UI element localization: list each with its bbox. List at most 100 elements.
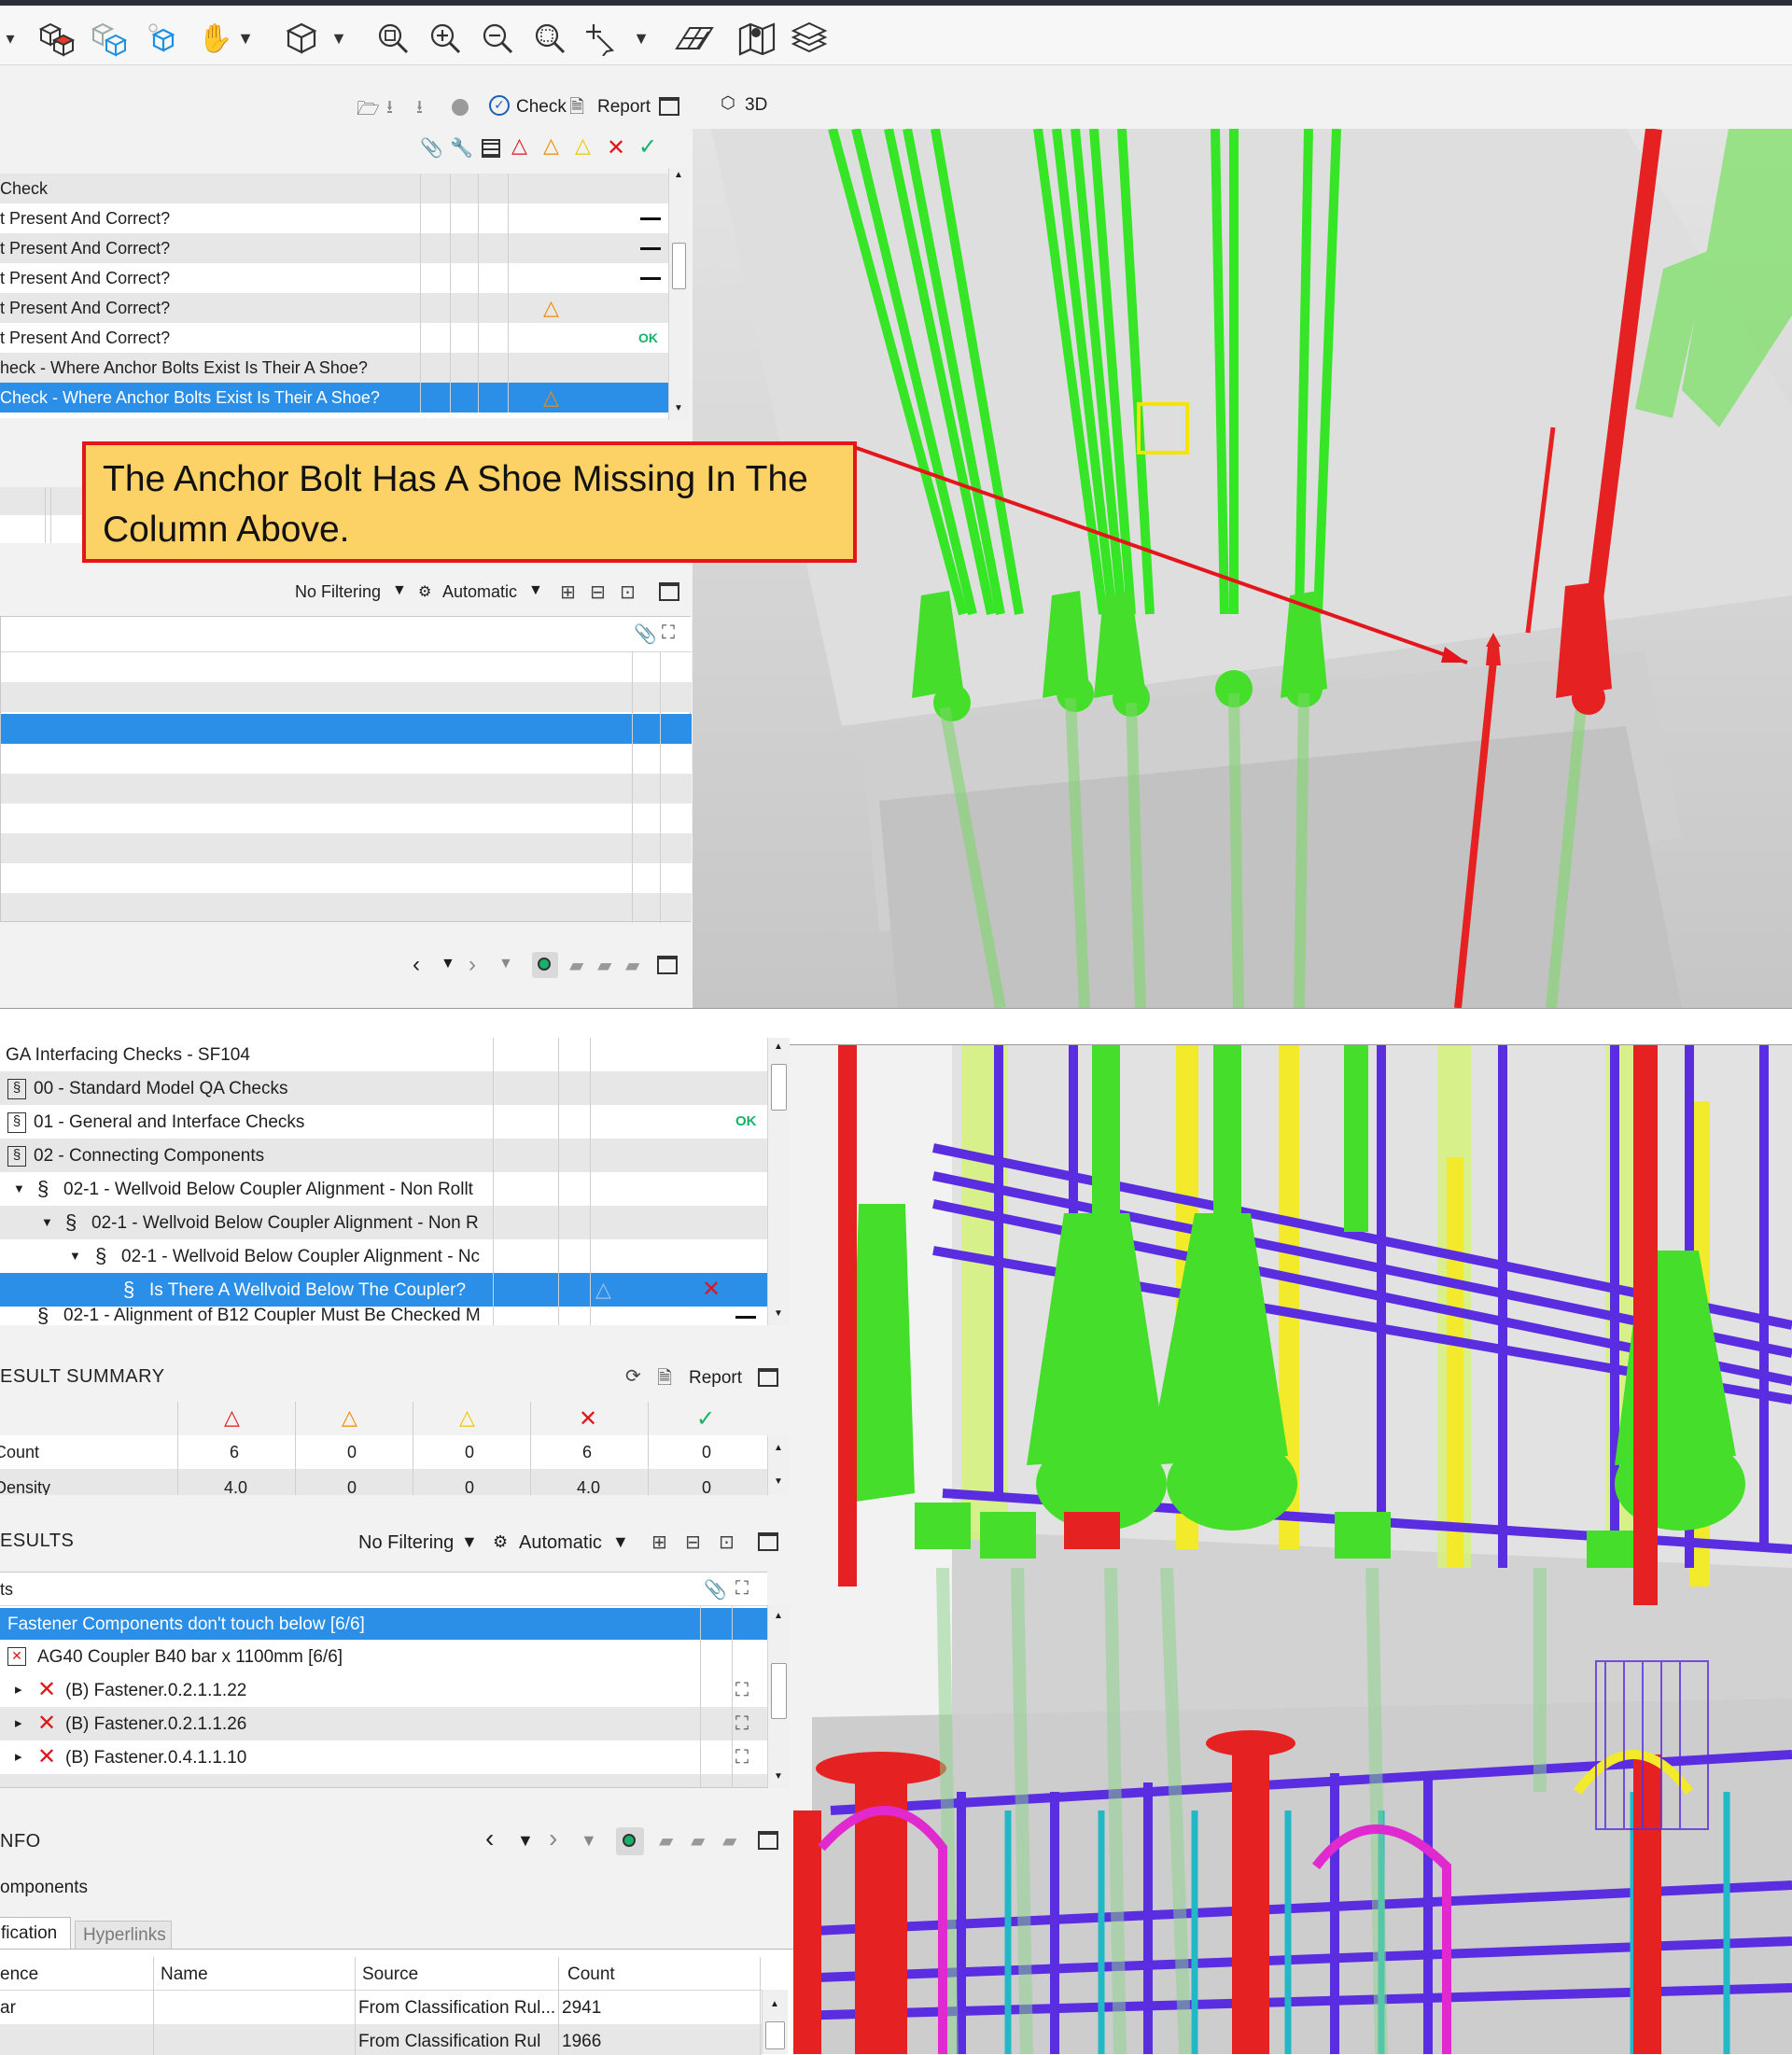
previous-icon[interactable]: ‹ (485, 1824, 494, 1853)
bag-icon[interactable]: ▰ (722, 1829, 736, 1852)
scroll-up-icon[interactable]: ▲ (674, 170, 683, 180)
zoom-fit-icon[interactable] (370, 15, 416, 62)
cube-outline-icon[interactable] (278, 15, 325, 62)
result-row[interactable]: ▸ ✕ (B) Fastener.0.2.1.1.22 ⛶ (0, 1673, 767, 1707)
boxes-icon[interactable] (34, 15, 80, 62)
maximize-icon[interactable] (758, 1831, 778, 1850)
zoom-window-icon[interactable] (526, 15, 573, 62)
view-label[interactable]: 3D (745, 95, 767, 116)
highlight-icon[interactable] (532, 952, 558, 978)
scroll-down-icon[interactable]: ▼ (774, 1771, 783, 1782)
info-tab-active[interactable]: fication (0, 1917, 71, 1949)
tree-node-selected[interactable]: § Is There A Wellvoid Below The Coupler? △… (0, 1273, 767, 1307)
tree-node[interactable]: ▼ § 02-1 - Wellvoid Below Coupler Alignmen… (0, 1239, 767, 1273)
scroll-thumb[interactable] (771, 1064, 787, 1111)
bag-icon[interactable]: ▰ (659, 1829, 673, 1852)
record-icon[interactable] (452, 99, 469, 116)
bag-icon[interactable]: ▰ (569, 954, 583, 977)
3d-viewport-bottom[interactable] (793, 1045, 1792, 2054)
refresh-check-icon[interactable]: ⟳ (625, 1364, 641, 1388)
report-icon[interactable]: 🗎 (569, 93, 584, 125)
export-icon[interactable]: ⭳ (416, 93, 423, 125)
tree-node[interactable]: GA Interfacing Checks - SF104 (0, 1038, 767, 1071)
filter-dropdown[interactable]: No Filtering (358, 1532, 454, 1554)
scroll-thumb[interactable] (765, 2021, 785, 2049)
mode-dropdown[interactable]: Automatic (519, 1532, 602, 1554)
tree-node[interactable]: § 00 - Standard Model QA Checks (0, 1071, 767, 1105)
filter-dropdown[interactable]: No Filtering (295, 582, 381, 602)
column-header[interactable]: Name (161, 1964, 208, 1985)
list-item[interactable]: t Present And Correct? (0, 263, 668, 293)
import-icon[interactable]: ⭳ (386, 93, 393, 125)
list-item[interactable]: Check (0, 174, 668, 203)
report-icon[interactable]: 🗎 (657, 1364, 672, 1396)
cube-blue-icon[interactable] (140, 15, 187, 62)
bag-icon[interactable]: ▰ (625, 954, 639, 977)
dropdown-arrow-icon[interactable]: ▼ (325, 15, 353, 62)
zoom-to-icon[interactable]: ⛶ (735, 1740, 749, 1774)
maximize-icon[interactable] (657, 956, 678, 974)
list-item[interactable]: heck - Where Anchor Bolts Exist Is Their… (0, 353, 668, 383)
scroll-up-icon[interactable]: ▲ (774, 1041, 783, 1052)
scroll-down-icon[interactable]: ▼ (774, 1476, 783, 1487)
scroll-up-icon[interactable]: ▲ (774, 1443, 783, 1453)
boxes-blue-icon[interactable] (86, 15, 133, 62)
summary-scrollbar[interactable]: ▲ ▼ (767, 1435, 790, 1495)
previous-icon[interactable]: ‹ (413, 952, 420, 978)
dropdown-arrow-icon[interactable]: ▼ (581, 1831, 597, 1851)
list-item-selected[interactable]: Check - Where Anchor Bolts Exist Is Thei… (0, 383, 668, 412)
zoom-in-icon[interactable] (422, 15, 469, 62)
expand-icon[interactable]: ▼ (69, 1239, 81, 1273)
table-row-selected[interactable] (1, 714, 692, 744)
list-item[interactable]: t Present And Correct? (0, 233, 668, 263)
tree-node[interactable]: § 02-1 - Alignment of B12 Coupler Must Be… (0, 1307, 767, 1325)
dropdown-arrow-icon[interactable]: ▾ (0, 15, 34, 62)
dropdown-arrow-icon[interactable]: ▼ (627, 15, 655, 62)
dropdown-arrow-icon[interactable]: ▼ (392, 582, 407, 599)
maximize-icon[interactable] (758, 1532, 778, 1551)
grid-plane-icon[interactable] (670, 15, 717, 62)
dropdown-arrow-icon[interactable]: ▼ (612, 1532, 629, 1552)
column-header[interactable]: Source (362, 1964, 418, 1985)
expand-icon[interactable]: ▸ (15, 1673, 22, 1707)
add-group-icon[interactable]: ⊞ (651, 1531, 667, 1554)
tree-node[interactable]: § 01 - General and Interface Checks OK (0, 1105, 767, 1139)
folder-open-icon[interactable]: 🗁 (357, 95, 380, 127)
tree-node[interactable]: ▼ § 02-1 - Wellvoid Below Coupler Alignmen… (0, 1206, 767, 1239)
group-icon[interactable]: ⊡ (620, 580, 636, 604)
report-button[interactable]: Report (689, 1368, 742, 1389)
check-button[interactable]: Check (516, 97, 567, 118)
scroll-down-icon[interactable]: ▼ (674, 403, 683, 413)
zoom-to-icon[interactable]: ⛶ (735, 1578, 749, 1600)
expand-icon[interactable]: ▼ (13, 1172, 25, 1206)
mode-dropdown[interactable]: Automatic (442, 582, 517, 602)
dropdown-arrow-icon[interactable]: ▼ (441, 956, 455, 972)
next-icon[interactable]: › (549, 1824, 557, 1853)
list-item[interactable]: t Present And Correct? (0, 203, 668, 233)
3d-viewport-top[interactable] (693, 129, 1792, 1008)
expand-icon[interactable]: ▼ (41, 1206, 53, 1239)
scroll-up-icon[interactable]: ▲ (770, 1999, 779, 2009)
tree-scrollbar[interactable]: ▲ ▼ (767, 1038, 790, 1325)
bag-icon[interactable]: ▰ (691, 1829, 705, 1852)
zoom-to-icon[interactable]: ⛶ (735, 1673, 749, 1707)
column-header[interactable]: ence (0, 1964, 38, 1985)
expand-icon[interactable]: ▸ (15, 1740, 22, 1774)
tree-node[interactable]: § 02 - Connecting Components (0, 1139, 767, 1172)
tree-node[interactable]: ▼ § 02-1 - Wellvoid Below Coupler Alignmen… (0, 1172, 767, 1206)
remove-group-icon[interactable]: ⊟ (685, 1531, 701, 1554)
report-button[interactable]: Report (597, 97, 651, 118)
remove-group-icon[interactable]: ⊟ (590, 580, 606, 604)
scroll-thumb[interactable] (771, 1663, 787, 1719)
map-icon[interactable] (734, 15, 780, 62)
checks-scrollbar[interactable]: ▲ ▼ (668, 168, 689, 420)
check-icon[interactable]: ✓ (489, 95, 510, 116)
maximize-icon[interactable] (758, 1368, 778, 1387)
zoom-out-icon[interactable] (474, 15, 521, 62)
dropdown-arrow-icon[interactable]: ▼ (517, 1831, 534, 1851)
maximize-icon[interactable] (659, 582, 679, 601)
list-item[interactable]: t Present And Correct? OK (0, 323, 668, 353)
results-scrollbar[interactable]: ▲ ▼ (767, 1605, 790, 1788)
highlight-icon[interactable] (616, 1827, 644, 1855)
next-icon[interactable]: › (469, 952, 476, 978)
